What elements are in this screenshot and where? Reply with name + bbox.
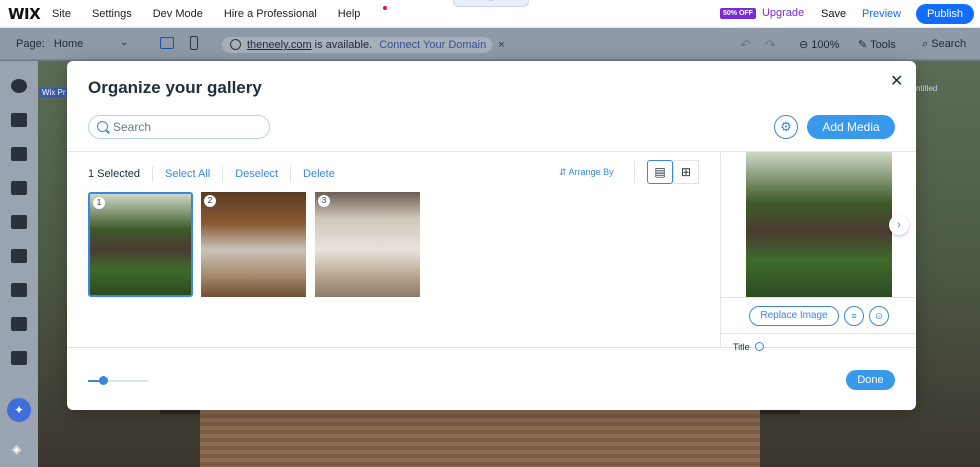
page-value: Home [53,38,84,50]
add-media-button[interactable]: Add Media [807,115,895,139]
mobile-view-icon[interactable] [190,36,198,50]
upgrade-link[interactable]: Upgrade [762,7,804,19]
domain-available-text: is available. [314,39,373,51]
preview-button[interactable]: Preview [862,8,901,20]
collapse-toolbar-tab[interactable]: ⌃ [453,0,529,7]
settings-lines-icon[interactable]: ≡ [844,306,864,326]
connect-domain-link[interactable]: Connect Your Domain [379,39,486,51]
organize-gallery-dialog: Organize your gallery ✕ ⚙ Add Media 1 Se… [67,61,916,410]
gallery-item[interactable]: 3 [315,192,420,297]
left-rail: ✦ [0,61,38,467]
replace-image-button[interactable]: Replace Image [749,306,839,326]
arrange-by-button[interactable]: ⇵ Arrange By [559,167,614,178]
divider [634,161,635,183]
zoom-control[interactable]: ⊖ 100% [799,38,839,51]
info-icon[interactable] [755,342,764,351]
pages-icon[interactable] [11,147,27,161]
divider [222,166,224,182]
domain-notice: theneely.com is available. Connect Your … [247,39,505,51]
zoom-out-icon: ⊖ [799,39,809,51]
undo-icon[interactable]: ↶ [740,37,751,53]
sort-icon: ⇵ [559,167,567,177]
divider [721,333,916,334]
item-number: 3 [318,195,330,207]
menu-dev-mode[interactable]: Dev Mode [153,8,203,20]
upgrade-group[interactable]: 50% OFF Upgrade [720,7,804,19]
menu-help[interactable]: Help [337,5,388,20]
design-icon[interactable] [11,181,27,195]
sections-icon[interactable] [11,113,27,127]
desktop-view-icon[interactable] [160,37,174,49]
selected-count: 1 Selected [88,168,140,180]
save-button[interactable]: Save [821,8,846,20]
business-tools-icon[interactable] [11,351,27,365]
gear-icon[interactable]: ⚙ [774,115,798,139]
chevron-down-icon[interactable]: ⌄ [120,37,128,48]
arrange-by-label: Arrange By [568,167,614,177]
slider-handle[interactable] [99,376,108,385]
chevron-right-icon[interactable]: › [889,215,909,235]
divider [67,347,916,348]
domain-name-link[interactable]: theneely.com [247,39,312,51]
dialog-title: Organize your gallery [88,78,262,97]
search-icon: ⌕ [922,38,929,50]
app-market-icon[interactable] [11,249,27,263]
select-all-button[interactable]: Select All [165,168,210,180]
menu-hire-professional[interactable]: Hire a Professional [224,8,317,20]
discount-badge: 50% OFF [720,7,756,19]
ai-assistant-icon[interactable]: ✦ [7,398,31,422]
zoom-level: 100% [811,39,840,51]
notification-dot-icon [383,5,388,10]
globe-icon [230,39,241,50]
item-number: 1 [93,197,105,209]
tools-button[interactable]: ✎ Tools [858,38,896,51]
grid-view-icon[interactable]: ⊞ [673,160,699,184]
gallery-item[interactable]: 1 [88,192,193,297]
main-menu: Site Settings Dev Mode Hire a Profession… [52,5,402,20]
close-dialog-icon[interactable]: ✕ [890,71,903,91]
tools-label: Tools [870,39,896,51]
wix-logo[interactable]: WIX [8,5,52,23]
cms-icon[interactable] [11,317,27,331]
gallery-search-input[interactable] [113,120,263,134]
canvas-page-tag: ntitled [916,84,938,93]
menu-site[interactable]: Site [52,8,71,20]
selected-image-preview [746,152,892,297]
living-room-image [201,192,306,297]
redo-icon[interactable]: ↷ [765,37,776,53]
done-button[interactable]: Done [846,370,895,390]
menu-settings[interactable]: Settings [92,8,132,20]
delete-button[interactable]: Delete [303,168,335,180]
gallery-search[interactable] [88,115,270,139]
large-view-icon[interactable]: ▤ [647,160,673,184]
apps-icon[interactable] [11,215,27,229]
publish-button[interactable]: Publish [916,4,974,24]
divider [151,166,153,182]
item-settings-panel: › Replace Image ≡ ⊙ Title [720,152,916,352]
close-icon[interactable]: × [498,39,504,51]
title-field-label: Title [733,342,750,352]
page-selector[interactable]: Page: Home [16,38,83,50]
tools-icon: ✎ [858,39,868,51]
canvas-house-image [200,410,760,467]
selection-toolbar: 1 Selected Select All Deselect Delete [88,166,335,182]
menu-help-label: Help [337,7,361,20]
search-button[interactable]: ⌕ Search [922,38,966,51]
item-number: 2 [204,195,216,207]
deselect-button[interactable]: Deselect [235,168,278,180]
layers-icon[interactable]: ◈ [12,442,21,456]
search-icon [97,121,108,132]
great-room-image [315,192,420,297]
search-label: Search [931,38,967,50]
media-icon[interactable] [11,283,27,297]
add-elements-icon[interactable] [11,79,27,93]
house-exterior-image [90,194,191,295]
divider [721,297,916,298]
gallery-item[interactable]: 2 [201,192,306,297]
divider [290,166,292,182]
focal-point-icon[interactable]: ⊙ [869,306,889,326]
page-label: Page: [16,38,45,50]
canvas-section-tag[interactable]: Wix Pr [40,88,68,97]
